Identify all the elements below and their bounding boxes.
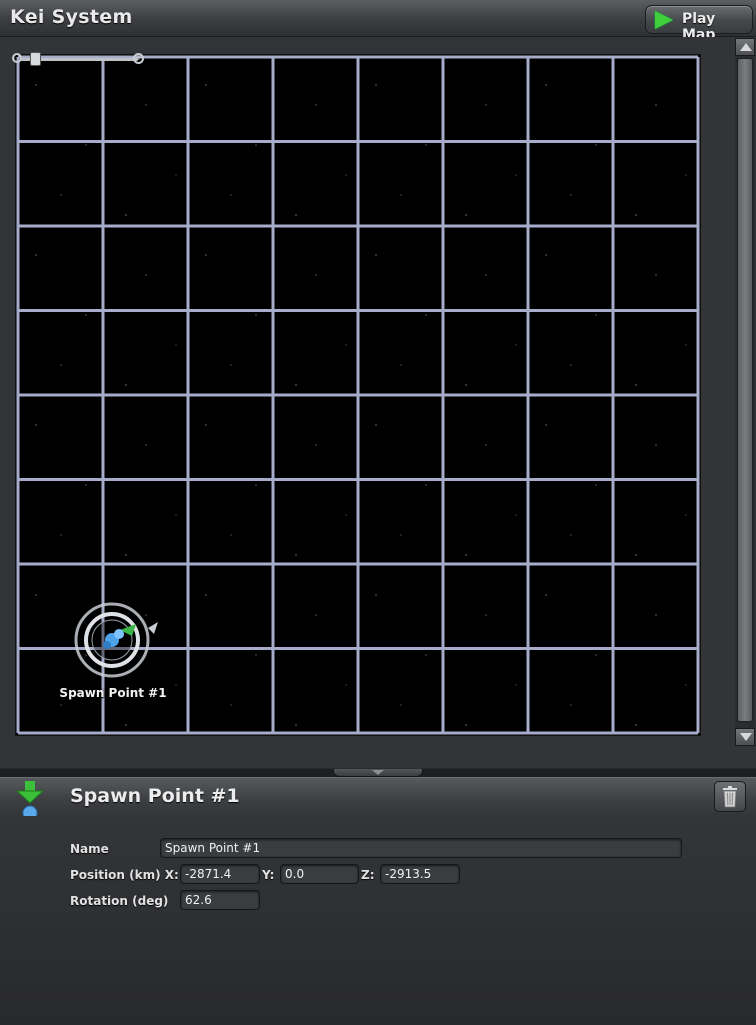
spawn-point-icon[interactable] [70, 600, 162, 684]
position-y-label: Y: [262, 868, 275, 882]
zoom-in-icon[interactable]: + [133, 53, 144, 64]
vertical-scrollbar[interactable] [735, 38, 755, 746]
delete-button[interactable] [714, 781, 746, 812]
inspector-title: Spawn Point #1 [70, 785, 240, 807]
play-map-button[interactable]: Play Map [645, 5, 753, 43]
scroll-down-button[interactable] [735, 728, 755, 746]
app-title: Kei System [10, 6, 133, 28]
play-icon [655, 11, 673, 29]
zoom-thumb[interactable] [30, 52, 41, 66]
scroll-thumb[interactable] [737, 58, 753, 722]
position-label: Position (km) X: [70, 868, 179, 882]
zoom-slider[interactable]: + [12, 52, 144, 66]
rotation-label: Rotation (deg) [70, 894, 169, 908]
position-z-label: Z: [361, 868, 375, 882]
panel-splitter[interactable] [0, 769, 756, 777]
scroll-up-button[interactable] [735, 38, 755, 56]
inspector-body: Name Position (km) X: Y: Z: Rotation (de… [0, 816, 756, 1025]
position-z-field[interactable] [380, 864, 460, 884]
position-y-field[interactable] [280, 864, 359, 884]
name-field[interactable] [160, 838, 682, 858]
inspector-header: Spawn Point #1 [0, 777, 756, 817]
title-bar: Kei System Play Map [0, 0, 756, 43]
spawn-point-label: Spawn Point #1 [59, 686, 167, 700]
trash-icon [723, 786, 737, 808]
splitter-handle[interactable] [333, 769, 423, 777]
name-label: Name [70, 842, 109, 856]
rotation-field[interactable] [180, 890, 260, 910]
position-x-field[interactable] [180, 864, 260, 884]
